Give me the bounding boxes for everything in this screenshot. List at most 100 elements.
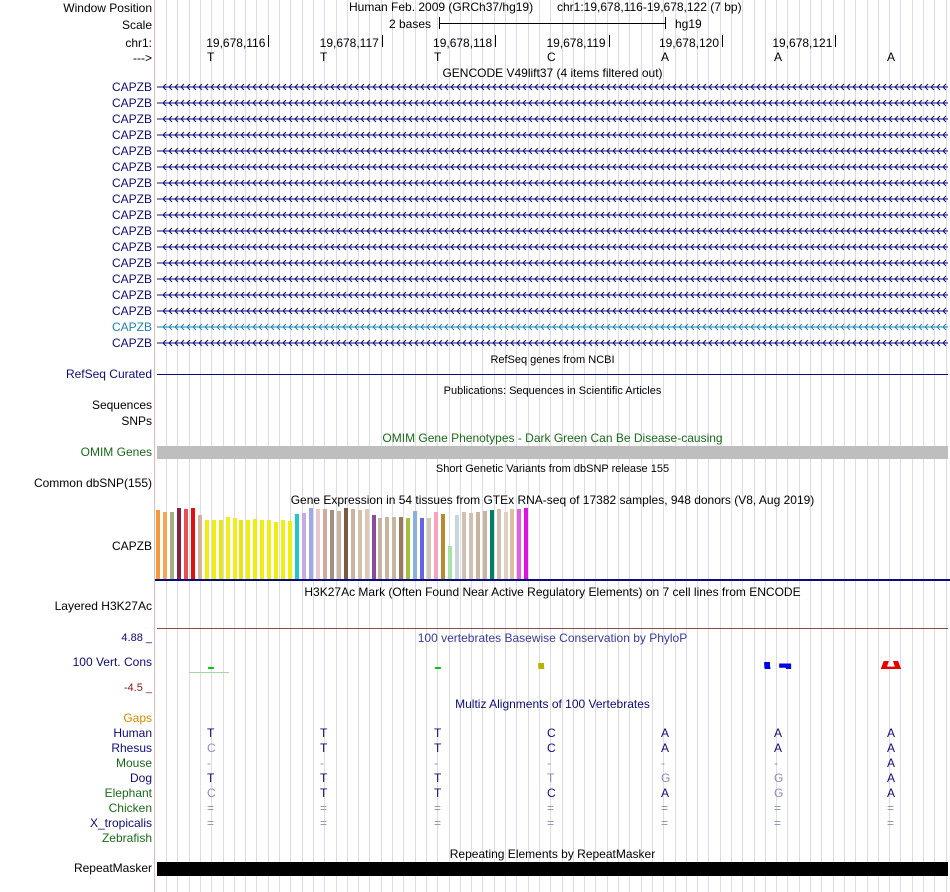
gtex-tissue-bar[interactable] bbox=[524, 508, 529, 579]
gencode-transcript-label[interactable]: CAPZB bbox=[112, 304, 152, 318]
gtex-tissue-bar[interactable] bbox=[413, 511, 418, 579]
gtex-tissue-bar[interactable] bbox=[156, 510, 160, 579]
refseq-curated-label[interactable]: RefSeq Curated bbox=[66, 367, 152, 381]
gencode-transcript[interactable] bbox=[157, 305, 948, 317]
gtex-tissue-bar[interactable] bbox=[399, 517, 404, 579]
gtex-gene-label[interactable]: CAPZB bbox=[112, 539, 152, 553]
gtex-tissue-bar[interactable] bbox=[454, 515, 459, 579]
gtex-tissue-bar[interactable] bbox=[378, 518, 383, 579]
omim-gene-bar[interactable] bbox=[157, 446, 948, 459]
gencode-transcript-label[interactable]: CAPZB bbox=[112, 192, 152, 206]
gtex-tissue-bar[interactable] bbox=[336, 511, 341, 579]
gtex-tissue-bar[interactable] bbox=[232, 518, 237, 579]
species-label[interactable]: Zebrafish bbox=[102, 831, 152, 845]
gencode-transcript[interactable] bbox=[157, 337, 948, 349]
gtex-tissue-bar[interactable] bbox=[281, 520, 286, 579]
gencode-transcript-label[interactable]: CAPZB bbox=[112, 288, 152, 302]
gencode-transcript[interactable] bbox=[157, 257, 948, 269]
gencode-transcript-label[interactable]: CAPZB bbox=[112, 96, 152, 110]
gtex-tissue-bar[interactable] bbox=[329, 510, 334, 579]
species-label[interactable]: Mouse bbox=[116, 756, 152, 770]
gtex-tissue-bar[interactable] bbox=[350, 509, 355, 579]
species-label[interactable]: Rhesus bbox=[111, 741, 152, 755]
gtex-tissue-bar[interactable] bbox=[267, 520, 272, 579]
gencode-transcript[interactable] bbox=[157, 129, 948, 141]
gtex-tissue-bar[interactable] bbox=[204, 520, 209, 579]
gencode-transcript[interactable] bbox=[157, 209, 948, 221]
gtex-tissue-bar[interactable] bbox=[176, 508, 181, 579]
gtex-tissue-bar[interactable] bbox=[218, 520, 223, 579]
gencode-transcript[interactable] bbox=[157, 241, 948, 253]
snps-label[interactable]: SNPs bbox=[121, 414, 152, 428]
gencode-transcript-label[interactable]: CAPZB bbox=[112, 128, 152, 142]
gtex-tissue-bar[interactable] bbox=[357, 510, 362, 579]
gtex-tissue-bar[interactable] bbox=[253, 519, 258, 579]
gtex-tissue-bar[interactable] bbox=[371, 515, 376, 579]
repeatmasker-bar[interactable] bbox=[157, 862, 948, 876]
gencode-transcript-label[interactable]: CAPZB bbox=[112, 176, 152, 190]
gencode-transcript[interactable] bbox=[157, 161, 948, 173]
gtex-tissue-bar[interactable] bbox=[440, 514, 445, 579]
gtex-tissue-bar[interactable] bbox=[343, 508, 348, 579]
gtex-tissue-bar[interactable] bbox=[322, 509, 327, 579]
gtex-tissue-bar[interactable] bbox=[461, 512, 466, 579]
gtex-tissue-bar[interactable] bbox=[517, 509, 522, 579]
gencode-transcript-label[interactable]: CAPZB bbox=[112, 272, 152, 286]
gtex-tissue-bar[interactable] bbox=[315, 509, 320, 579]
gencode-transcript[interactable] bbox=[157, 113, 948, 125]
gtex-tissue-bar[interactable] bbox=[169, 512, 174, 579]
gtex-tissue-bar[interactable] bbox=[163, 512, 167, 579]
vert-cons-label[interactable]: 100 Vert. Cons bbox=[73, 655, 152, 669]
gencode-transcript[interactable] bbox=[157, 145, 948, 157]
common-dbsnp-label[interactable]: Common dbSNP(155) bbox=[34, 476, 152, 490]
gtex-tissue-bar[interactable] bbox=[197, 515, 202, 579]
gtex-tissue-bar[interactable] bbox=[308, 508, 313, 579]
gencode-transcript-label[interactable]: CAPZB bbox=[112, 336, 152, 350]
species-label[interactable]: Dog bbox=[130, 771, 152, 785]
gtex-tissue-bar[interactable] bbox=[420, 518, 425, 579]
track-area[interactable]: Human Feb. 2009 (GRCh37/hg19) chr1:19,67… bbox=[155, 0, 950, 892]
gtex-tissue-bar[interactable] bbox=[392, 517, 397, 579]
species-label[interactable]: Human bbox=[113, 726, 152, 740]
gencode-transcript-label[interactable]: CAPZB bbox=[112, 144, 152, 158]
gtex-tissue-bar[interactable] bbox=[364, 509, 369, 579]
gtex-tissue-bar[interactable] bbox=[468, 513, 473, 579]
gencode-transcript[interactable] bbox=[157, 193, 948, 205]
gtex-tissue-bar[interactable] bbox=[190, 508, 195, 579]
sequences-label[interactable]: Sequences bbox=[92, 398, 152, 412]
gtex-tissue-bar[interactable] bbox=[211, 520, 216, 579]
gtex-tissue-bar[interactable] bbox=[475, 512, 480, 579]
gtex-tissue-bar[interactable] bbox=[510, 509, 515, 579]
gtex-tissue-bar[interactable] bbox=[489, 510, 494, 579]
gencode-transcript-label[interactable]: CAPZB bbox=[112, 208, 152, 222]
gtex-tissue-bar[interactable] bbox=[302, 513, 306, 579]
species-label[interactable]: Elephant bbox=[105, 786, 152, 800]
gtex-tissue-bar[interactable] bbox=[288, 521, 293, 579]
gtex-tissue-bar[interactable] bbox=[239, 520, 244, 579]
gencode-transcript-label[interactable]: CAPZB bbox=[112, 160, 152, 174]
gtex-tissue-bar[interactable] bbox=[482, 511, 487, 579]
refseq-gene-line[interactable] bbox=[157, 374, 948, 375]
gencode-transcript-label[interactable]: CAPZB bbox=[112, 224, 152, 238]
omim-genes-label[interactable]: OMIM Genes bbox=[81, 445, 152, 459]
gtex-tissue-bar[interactable] bbox=[183, 509, 188, 579]
gencode-transcript[interactable] bbox=[157, 273, 948, 285]
gencode-transcript-label[interactable]: CAPZB bbox=[112, 80, 152, 94]
gtex-tissue-bar[interactable] bbox=[434, 512, 438, 579]
gtex-tissue-bar[interactable] bbox=[427, 518, 432, 579]
gtex-tissue-bar[interactable] bbox=[225, 517, 230, 579]
gtex-tissue-bar[interactable] bbox=[295, 514, 299, 579]
gencode-transcript[interactable] bbox=[157, 177, 948, 189]
gencode-transcript[interactable] bbox=[157, 97, 948, 109]
gencode-transcript-label[interactable]: CAPZB bbox=[112, 240, 152, 254]
gtex-tissue-bar[interactable] bbox=[503, 512, 508, 579]
gtex-tissue-bar[interactable] bbox=[260, 520, 265, 579]
gencode-transcript-label[interactable]: CAPZB bbox=[112, 112, 152, 126]
gtex-tissue-bar[interactable] bbox=[385, 517, 390, 579]
gtex-bar-chart[interactable] bbox=[155, 508, 950, 579]
layered-h3k27ac-label[interactable]: Layered H3K27Ac bbox=[55, 599, 152, 613]
gtex-tissue-bar[interactable] bbox=[274, 522, 279, 579]
gtex-tissue-bar[interactable] bbox=[496, 509, 501, 579]
gencode-transcript[interactable] bbox=[157, 289, 948, 301]
gtex-tissue-bar[interactable] bbox=[447, 546, 452, 579]
